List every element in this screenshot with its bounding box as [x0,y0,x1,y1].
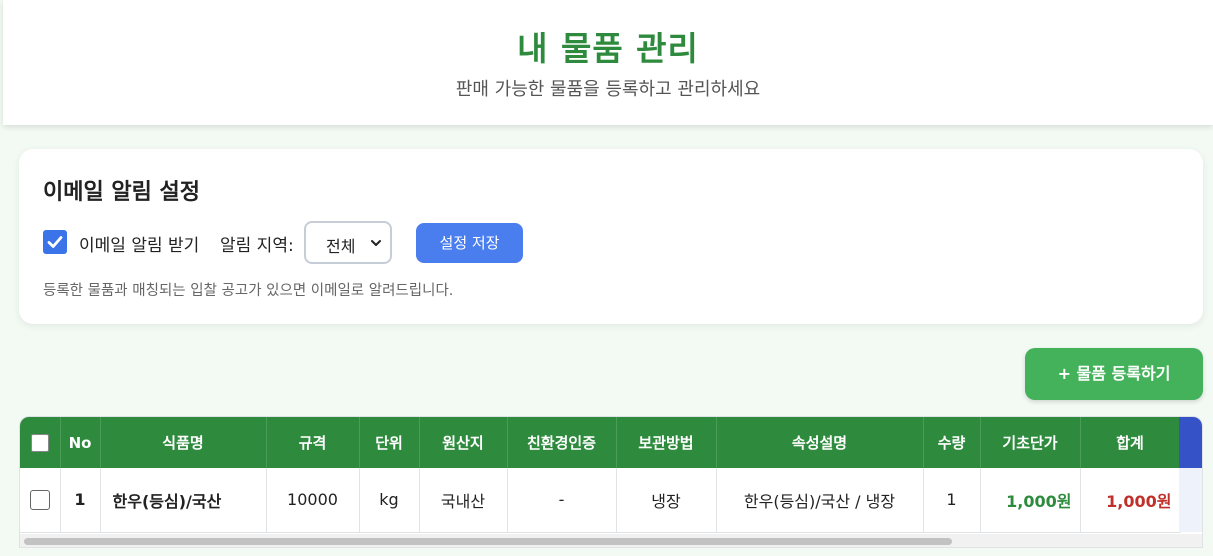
region-label: 알림 지역: [220,236,294,256]
add-item-button[interactable]: + 물품 등록하기 [1025,348,1203,400]
email-alert-label[interactable]: 이메일 알림 받기 [79,231,199,256]
email-settings-hint: 등록한 물품과 매칭되는 입찰 공고가 있으면 이메일로 알려드립니다. [43,283,454,299]
column-header: 단위 [359,417,420,468]
column-header: 속성설명 [716,417,924,468]
cell-storage: 냉장 [616,468,717,533]
cell-eco-cert: - [507,468,617,533]
cell-no: 1 [60,468,101,533]
column-header: 보관방법 [616,417,717,468]
table-header-row: No 식품명 규격 단위 원산지 친환경인증 보관방법 속성설명 수량 기초단가… [20,417,1181,468]
email-settings-card: 이메일 알림 설정 이메일 알림 받기 알림 지역: 전체 설정 저장 등록한 … [19,149,1203,324]
scrollbar-thumb[interactable] [24,538,952,545]
column-header: 수량 [923,417,981,468]
column-header: 규격 [266,417,360,468]
column-header: 기초단가 [980,417,1081,468]
cell-description: 한우(등심)/국산 / 냉장 [716,468,924,533]
table-row[interactable]: 1 한우(등심)/국산 10000 kg 국내산 - 냉장 한우(등심)/국산 … [20,468,1181,533]
cell-name: 한우(등심)/국산 [100,468,267,533]
page-subtitle: 판매 가능한 물품을 등록하고 관리하세요 [455,79,761,100]
cell-quantity: 1 [923,468,981,533]
column-header: No [60,417,101,468]
column-header: 합계 [1080,417,1181,468]
select-all-checkbox[interactable] [30,433,49,452]
items-table: No 식품명 규격 단위 원산지 친환경인증 보관방법 속성설명 수량 기초단가… [19,416,1203,548]
overflow-column-header [1179,417,1202,468]
email-settings-title: 이메일 알림 설정 [43,180,200,205]
row-checkbox[interactable] [29,490,50,510]
save-settings-button[interactable]: 설정 저장 [416,223,523,263]
overflow-column-cell [1179,468,1202,532]
email-alert-checkbox[interactable] [43,230,67,254]
select-all-cell [20,417,61,468]
page-title: 내 물품 관리 [517,29,699,68]
page-header: 내 물품 관리 판매 가능한 물품을 등록하고 관리하세요 [3,0,1213,125]
horizontal-scrollbar[interactable] [20,534,1202,547]
chevron-down-icon [371,240,381,246]
region-select[interactable]: 전체 [304,221,392,264]
cell-spec: 10000 [266,468,360,533]
column-header: 원산지 [419,417,508,468]
check-icon [47,236,63,248]
row-select-cell [20,468,61,533]
column-header: 식품명 [100,417,267,468]
region-select-value: 전체 [326,237,356,256]
cell-unit-price: 1,000원 [980,468,1081,533]
cell-total: 1,000원 [1080,468,1181,533]
cell-origin: 국내산 [419,468,508,533]
cell-unit: kg [359,468,420,533]
column-header: 친환경인증 [507,417,617,468]
